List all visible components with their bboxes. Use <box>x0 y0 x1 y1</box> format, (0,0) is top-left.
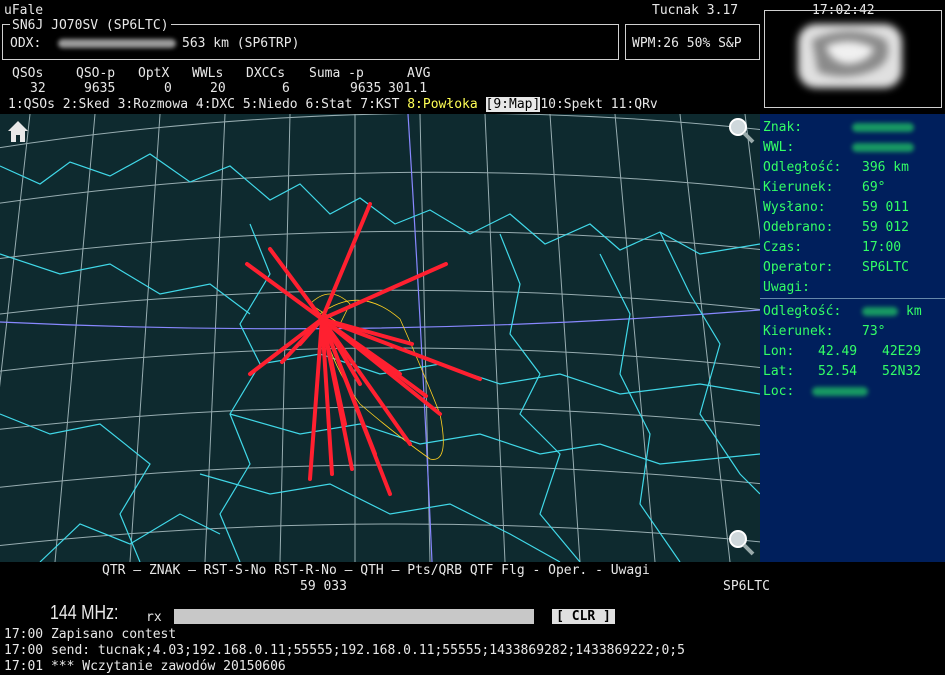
log-line: 17:00 Zapisano contest <box>4 627 177 642</box>
info-znak-label: Znak: <box>763 120 803 135</box>
stats-header-optx: OptX <box>138 66 170 81</box>
home-icon[interactable] <box>6 118 30 144</box>
odx-label: ODX: <box>10 36 42 51</box>
tab-stat[interactable]: 6:Stat <box>305 97 352 112</box>
stats-value-optx: 0 <box>164 81 172 96</box>
columns-rst-value: 59 033 <box>300 579 347 594</box>
info-operator-label: Operator: <box>763 260 834 275</box>
info-wwl-label: WWL: <box>763 140 795 155</box>
tab-kst[interactable]: 7:KST <box>360 97 399 112</box>
odx-value: 563 km (SP6TRP) <box>182 36 300 51</box>
tab-map[interactable]: [9:Map] <box>485 97 541 112</box>
stats-value-qsos: 32 <box>30 81 46 96</box>
rx-label: rx <box>146 610 162 625</box>
stats-value-qsop: 9635 <box>84 81 116 96</box>
info-znak-redacted <box>852 123 914 132</box>
map-meridian-lat <box>0 309 760 330</box>
info-odebrano-value: 59 012 <box>862 220 909 235</box>
map-meridian-lon <box>407 114 433 562</box>
info-lat-code: 52N32 <box>882 364 922 379</box>
map-qso-lines <box>245 202 482 496</box>
info-czas-value: 17:00 <box>862 240 902 255</box>
logo-image-redacted <box>790 18 908 92</box>
tab-map-label: 9:Map <box>493 97 533 112</box>
info-kierunek-label: Kierunek: <box>763 180 834 195</box>
stats-value-dxccs: 6 <box>282 81 290 96</box>
qso-columns: QTR — ZNAK — RST-S-No RST-R-No — QTH — P… <box>0 562 945 598</box>
info-lon-code: 42E29 <box>882 344 922 359</box>
info-kierunek-value: 69° <box>862 180 886 195</box>
columns-oper-value: SP6LTC <box>723 579 770 594</box>
tab-qsos[interactable]: 1:QSOs <box>8 97 55 112</box>
info-odleglosc2-redacted <box>862 307 898 316</box>
stats-header-qsos: QSOs <box>12 66 44 81</box>
tab-spekt[interactable]: 10:Spekt <box>540 97 603 112</box>
info-odleglosc2-label: Odległość: <box>763 304 842 319</box>
tab-rozmowa[interactable]: 3:Rozmowa <box>118 97 188 112</box>
stats-header-dxccs: DXCCs <box>246 66 286 81</box>
info-divider <box>760 298 945 299</box>
stats-value-wwls: 20 <box>210 81 226 96</box>
info-lat-label: Lat: <box>763 364 795 379</box>
info-kierunek2-label: Kierunek: <box>763 324 834 339</box>
info-lon-value: 42.49 <box>818 344 858 359</box>
info-lat-value: 52.54 <box>818 364 858 379</box>
wpm-status: WPM:26 50% S&P <box>632 36 742 51</box>
tab-dxc[interactable]: 4:DXC <box>196 97 235 112</box>
info-odleglosc-label: Odległość: <box>763 160 842 175</box>
log-line: 17:01 *** Wczytanie zawodów 20150606 <box>4 659 286 674</box>
info-kierunek2-value: 73° <box>862 324 886 339</box>
station-call-locator: SN6J JO70SV (SP6LTC) <box>10 18 171 33</box>
tab-niedo[interactable]: 5:Niedo <box>243 97 298 112</box>
info-wyslano-label: Wysłano: <box>763 200 826 215</box>
zoom-in-icon[interactable] <box>726 116 756 146</box>
stats-header-qsop: QSO-p <box>76 66 116 81</box>
stats-header-wwls: WWLs <box>192 66 224 81</box>
odx-call-redacted <box>58 39 176 48</box>
tab-qrv[interactable]: 11:QRv <box>611 97 658 112</box>
stats-header-avg: AVG <box>407 66 431 81</box>
info-odebrano-label: Odebrano: <box>763 220 834 235</box>
info-loc-label: Loc: <box>763 384 795 399</box>
tab-powloka[interactable]: 8:Powłoka <box>407 97 477 112</box>
tab-sked[interactable]: 2:Sked <box>63 97 110 112</box>
window-title: uFale <box>4 3 44 18</box>
info-operator-value: SP6LTC <box>862 260 909 275</box>
map-view[interactable] <box>0 114 760 562</box>
stats-header-suma: Suma -p <box>309 66 364 81</box>
app-name: Tucnak 3.17 <box>652 3 739 18</box>
qso-info-panel: Znak: WWL: Odległość: 396 km Kierunek: 6… <box>760 114 945 562</box>
rx-input[interactable] <box>174 609 534 624</box>
tab-bar: 1:QSOs 2:Sked 3:Rozmowa 4:DXC 5:Niedo 6:… <box>8 97 658 112</box>
info-odleglosc-value: 396 km <box>862 160 909 175</box>
info-wwl-redacted <box>852 143 914 152</box>
stats-value-suma: 9635 <box>350 81 382 96</box>
clr-button[interactable]: [ CLR ] <box>552 609 615 624</box>
info-odleglosc2-unit: km <box>906 304 922 319</box>
info-loc-redacted <box>812 387 868 396</box>
stats-value-avg: 301.1 <box>388 81 428 96</box>
map-grid <box>0 114 760 562</box>
info-czas-label: Czas: <box>763 240 803 255</box>
band-label: 144 MHz: <box>50 602 119 624</box>
zoom-out-icon[interactable] <box>726 528 756 558</box>
info-uwagi-label: Uwagi: <box>763 280 810 295</box>
log-line: 17:00 send: tucnak;4.03;192.168.0.11;555… <box>4 643 685 658</box>
columns-header: QTR — ZNAK — RST-S-No RST-R-No — QTH — P… <box>102 563 650 578</box>
info-lon-label: Lon: <box>763 344 795 359</box>
info-wyslano-value: 59 011 <box>862 200 909 215</box>
